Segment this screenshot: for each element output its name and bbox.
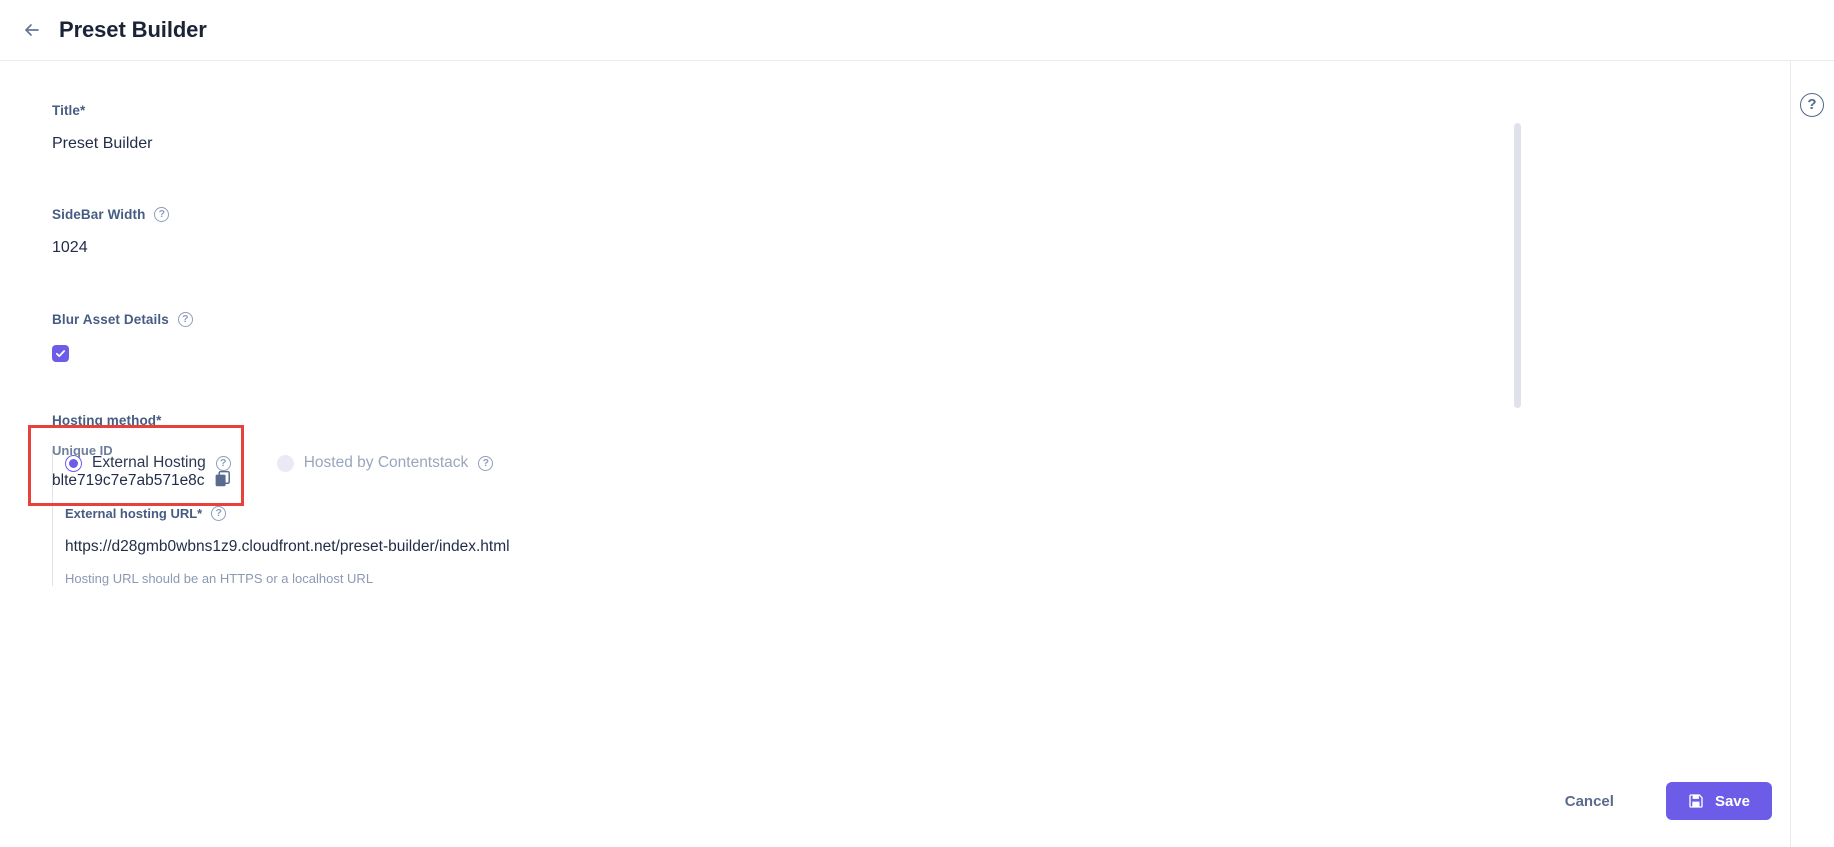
save-button-label: Save (1714, 792, 1750, 810)
hosting-method-group: External Hosting ? Hosted by Contentstac… (52, 450, 1740, 586)
back-arrow-icon[interactable] (18, 16, 46, 44)
page-header: Preset Builder (0, 0, 1834, 61)
field-blur-asset-label: Blur Asset Details ? (52, 312, 1740, 327)
preset-builder-page: Preset Builder Title* Preset Builder Sid… (0, 0, 1834, 847)
save-button[interactable]: Save (1665, 782, 1772, 820)
field-external-hosting-url-label: External hosting URL* ? (65, 506, 1740, 521)
question-mark-icon[interactable]: ? (211, 506, 227, 521)
field-external-hosting-url-hint: Hosting URL should be an HTTPS or a loca… (65, 571, 374, 586)
field-external-hosting-url: External hosting URL* ? https://d28gmb0w… (65, 506, 1740, 586)
field-sidebar-width-label: SideBar Width ? (52, 207, 1740, 222)
help-rail: ? (1790, 61, 1834, 847)
field-title: Title* Preset Builder (52, 103, 1740, 153)
field-title-value[interactable]: Preset Builder (52, 135, 1740, 153)
field-unique-id-value-row: blte719c7e7ab571e8c (52, 470, 231, 492)
vertical-scrollbar-thumb[interactable] (1514, 123, 1521, 408)
page-title: Preset Builder (59, 17, 207, 42)
field-title-label: Title* (52, 103, 86, 118)
field-sidebar-width-value[interactable]: 1024 (52, 239, 1740, 257)
field-unique-id-value: blte719c7e7ab571e8c (52, 472, 205, 489)
radio-hosted-by-contentstack-label: Hosted by Contentstack (303, 454, 469, 471)
hosting-radio-row: External Hosting ? Hosted by Contentstac… (65, 450, 1740, 476)
field-blur-asset-label-text: Blur Asset Details (52, 312, 169, 327)
field-sidebar-width-label-text: SideBar Width (52, 207, 146, 222)
blur-asset-checkbox[interactable] (52, 345, 69, 362)
floppy-disk-save-icon (1688, 793, 1704, 809)
question-mark-icon[interactable]: ? (177, 312, 193, 327)
help-question-mark-circle-icon[interactable]: ? (1800, 93, 1824, 117)
form-scroll-area: Title* Preset Builder SideBar Width ? 10… (0, 61, 1790, 847)
field-hosting-method-label: Hosting method* (52, 413, 162, 428)
question-mark-icon[interactable]: ? (154, 207, 170, 222)
field-unique-id-label: Unique ID (52, 443, 113, 458)
preset-form: Title* Preset Builder SideBar Width ? 10… (0, 61, 1740, 586)
cancel-button[interactable]: Cancel (1551, 785, 1628, 818)
form-footer: Cancel Save (0, 755, 1790, 847)
field-hosting-method: Hosting method* External Hosting ? Hoste… (52, 413, 1740, 586)
field-blur-asset-details: Blur Asset Details ? (52, 312, 1740, 362)
field-sidebar-width: SideBar Width ? 1024 (52, 207, 1740, 257)
field-external-hosting-url-label-text: External hosting URL* (65, 506, 203, 521)
radio-hosted-by-contentstack-indicator[interactable] (276, 454, 294, 472)
copy-icon[interactable] (214, 470, 231, 492)
field-external-hosting-url-value[interactable]: https://d28gmb0wbns1z9.cloudfront.net/pr… (65, 538, 1740, 556)
radio-hosted-by-contentstack[interactable]: Hosted by Contentstack ? (276, 454, 494, 472)
field-unique-id: Unique ID blte719c7e7ab571e8c (52, 443, 231, 492)
question-mark-icon[interactable]: ? (478, 455, 494, 471)
